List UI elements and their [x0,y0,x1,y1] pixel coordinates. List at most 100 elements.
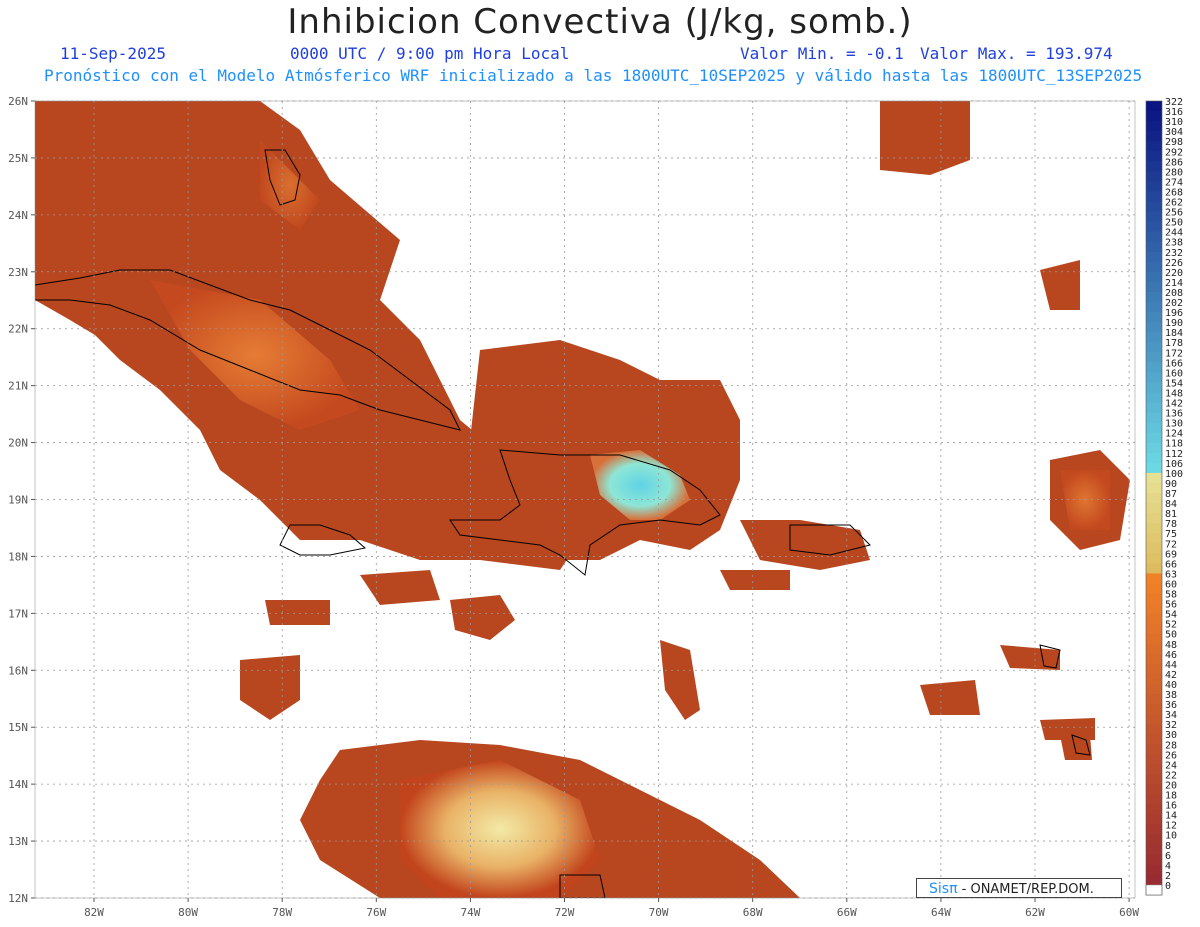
colorbar-swatch [1146,171,1162,182]
colorbar-swatch [1146,382,1162,393]
lat-label: 21N [8,380,28,393]
colorbar-swatch [1146,493,1162,504]
map-figure: 26N 25N 24N 23N 22N 21N 20N 19N 18N 17N 16N 15N 14N 1… [8,95,1183,919]
colorbar-swatch [1146,543,1162,554]
colorbar-swatch [1146,302,1162,313]
colorbar-swatch [1146,834,1162,846]
colorbar-swatch [1146,101,1162,112]
colorbar-swatch [1146,332,1162,343]
lon-label: 66W [837,906,857,919]
lon-label: 72W [555,906,575,919]
colorbar-swatch [1146,794,1162,806]
colorbar-swatch [1146,503,1162,514]
colorbar-swatch [1146,241,1162,253]
colorbar-swatch [1146,372,1162,383]
lon-label: 70W [649,906,669,919]
colorbar-swatch [1146,392,1162,404]
colorbar-swatch [1146,402,1162,414]
sispi-logo: Sisπ [929,881,958,897]
colorbar-swatch [1146,533,1162,544]
colorbar-swatch [1146,704,1162,715]
colorbar-swatch [1146,744,1162,755]
colorbar-swatch [1146,422,1162,434]
colorbar-swatch [1146,151,1162,162]
colorbar-swatch [1146,774,1162,785]
lat-label: 15N [8,721,28,734]
lon-label: 64W [931,906,951,919]
colorbar-swatch [1146,211,1162,223]
lat-label: 13N [8,835,28,848]
colorbar-swatch [1146,623,1162,635]
colorbar-swatch [1146,161,1162,172]
colorbar-swatch [1146,653,1162,665]
colorbar-swatch [1146,854,1162,866]
credit-box: Sisπ - ONAMET/REP.DOM. [916,878,1122,898]
colorbar-swatch [1146,221,1162,233]
longitude-labels: 82W 80W 78W 76W 74W 72W 70W 68W 66W 64W 62W 60W [84,906,1139,919]
lon-label: 78W [272,906,292,919]
lon-label: 62W [1025,906,1045,919]
colorbar-swatch [1146,452,1162,464]
colorbar-swatch [1146,523,1162,534]
colorbar-swatch [1146,804,1162,816]
colorbar-swatch [1146,874,1162,886]
colorbar-swatch [1146,231,1162,243]
lat-label: 18N [8,550,28,563]
colorbar: 3223163103042982922862802742682622562502… [1145,97,1183,896]
lat-label: 12N [8,892,28,905]
lat-label: 22N [8,323,28,336]
colorbar-swatch [1146,694,1162,705]
colorbar-swatch [1146,291,1162,303]
lon-label: 60W [1119,906,1139,919]
lon-label: 82W [84,906,104,919]
colorbar-swatch [1146,683,1162,695]
colorbar-swatch [1146,643,1162,655]
lon-label: 76W [366,906,386,919]
colorbar-swatch [1146,814,1162,826]
colorbar-swatch [1146,583,1162,595]
colorbar-swatch [1146,131,1162,142]
colorbar-swatch [1146,613,1162,625]
lat-label: 20N [8,437,28,450]
lat-label: 25N [8,152,28,165]
colorbar-swatch [1146,724,1162,735]
colorbar-swatch [1146,824,1162,836]
colorbar-swatch [1146,362,1162,373]
colorbar-swatch [1146,603,1162,615]
lon-label: 74W [460,906,480,919]
colorbar-label: 0 [1165,881,1171,892]
colorbar-swatch [1146,472,1162,484]
colorbar-swatch [1146,442,1162,454]
colorbar-swatch [1146,462,1162,474]
colorbar-swatch [1146,633,1162,645]
lat-label: 26N [8,95,28,108]
colorbar-swatch [1146,663,1162,675]
lat-label: 24N [8,209,28,222]
colorbar-swatch [1146,754,1162,765]
latitude-labels: 26N 25N 24N 23N 22N 21N 20N 19N 18N 17N 16N 15N 14N 1… [8,95,28,905]
lat-label: 17N [8,607,28,620]
lat-label: 19N [8,494,28,507]
colorbar-swatch [1146,141,1162,152]
colorbar-swatch [1146,563,1162,574]
colorbar-swatch [1146,784,1162,796]
colorbar-swatch [1146,111,1162,122]
colorbar-swatch [1146,121,1162,132]
colorbar-swatch [1146,281,1162,293]
colorbar-swatch [1146,261,1162,273]
lat-label: 23N [8,266,28,279]
lat-label: 16N [8,664,28,677]
colorbar-swatch [1146,191,1162,203]
colorbar-swatch [1146,312,1162,323]
lon-label: 80W [178,906,198,919]
colorbar-swatch [1146,181,1162,192]
colorbar-swatch [1146,412,1162,424]
colorbar-swatch [1146,201,1162,213]
colorbar-swatch [1146,844,1162,856]
colorbar-swatch [1146,513,1162,524]
colorbar-swatch [1146,352,1162,363]
colorbar-swatch [1146,573,1162,584]
colorbar-swatch [1146,251,1162,263]
colorbar-swatch [1146,764,1162,775]
colorbar-swatch [1146,553,1162,564]
